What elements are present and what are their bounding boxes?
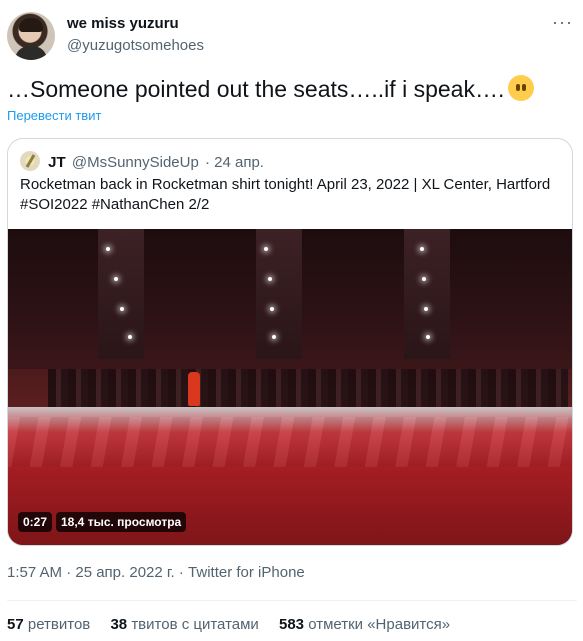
quoted-tweet-header: JT @MsSunnySideUp · 24 апр. bbox=[20, 151, 264, 171]
tweet-header: we miss yuzuru @yuzugotsomehoes ··· bbox=[7, 10, 577, 62]
author-name[interactable]: we miss yuzuru bbox=[67, 15, 179, 32]
quotes-label: твитов с цитатами bbox=[131, 616, 259, 633]
author-handle[interactable]: @yuzugotsomehoes bbox=[67, 37, 204, 54]
translate-link[interactable]: Перевести твит bbox=[7, 108, 101, 123]
quoted-author-handle: @MsSunnySideUp bbox=[71, 154, 199, 171]
likes-count: 583 bbox=[278, 616, 305, 633]
quoted-author-avatar bbox=[20, 151, 40, 171]
divider bbox=[7, 600, 577, 601]
retweets-label: ретвитов bbox=[27, 616, 91, 633]
audience bbox=[48, 369, 568, 411]
video-duration-badge: 0:27 bbox=[18, 512, 53, 532]
quoted-author-name: JT bbox=[48, 154, 66, 171]
quotes-count: 38 bbox=[110, 616, 128, 633]
author-avatar[interactable] bbox=[7, 12, 55, 60]
video-player[interactable]: 0:27 18,4 тыс. просмотра bbox=[8, 229, 572, 545]
likes-stat[interactable]: 583 отметки «Нравится» bbox=[279, 616, 450, 633]
quoted-tweet[interactable]: JT @MsSunnySideUp · 24 апр. Rocketman ba… bbox=[7, 138, 573, 546]
skater bbox=[188, 372, 200, 406]
quotes-stat[interactable]: 38 твитов с цитатами bbox=[110, 616, 258, 633]
video-views-badge: 18,4 тыс. просмотра bbox=[56, 512, 187, 532]
tweet-text: …Someone pointed out the seats…..if i sp… bbox=[7, 75, 535, 103]
tweet-text-body: …Someone pointed out the seats…..if i sp… bbox=[7, 76, 505, 102]
likes-label: отметки «Нравится» bbox=[308, 616, 451, 633]
engagement-stats: 57 ретвитов 38 твитов с цитатами 583 отм… bbox=[7, 616, 466, 633]
tweet-timestamp[interactable]: 1:57 AM · 25 апр. 2022 г. · Twitter for … bbox=[7, 564, 305, 581]
retweets-count: 57 bbox=[7, 616, 24, 633]
more-icon[interactable]: ··· bbox=[552, 12, 573, 33]
retweets-stat[interactable]: 57 ретвитов bbox=[7, 616, 90, 633]
face-without-mouth-emoji-icon bbox=[508, 75, 535, 101]
quoted-date: · 24 апр. bbox=[204, 154, 264, 171]
quoted-tweet-text: Rocketman back in Rocketman shirt tonigh… bbox=[20, 176, 551, 213]
